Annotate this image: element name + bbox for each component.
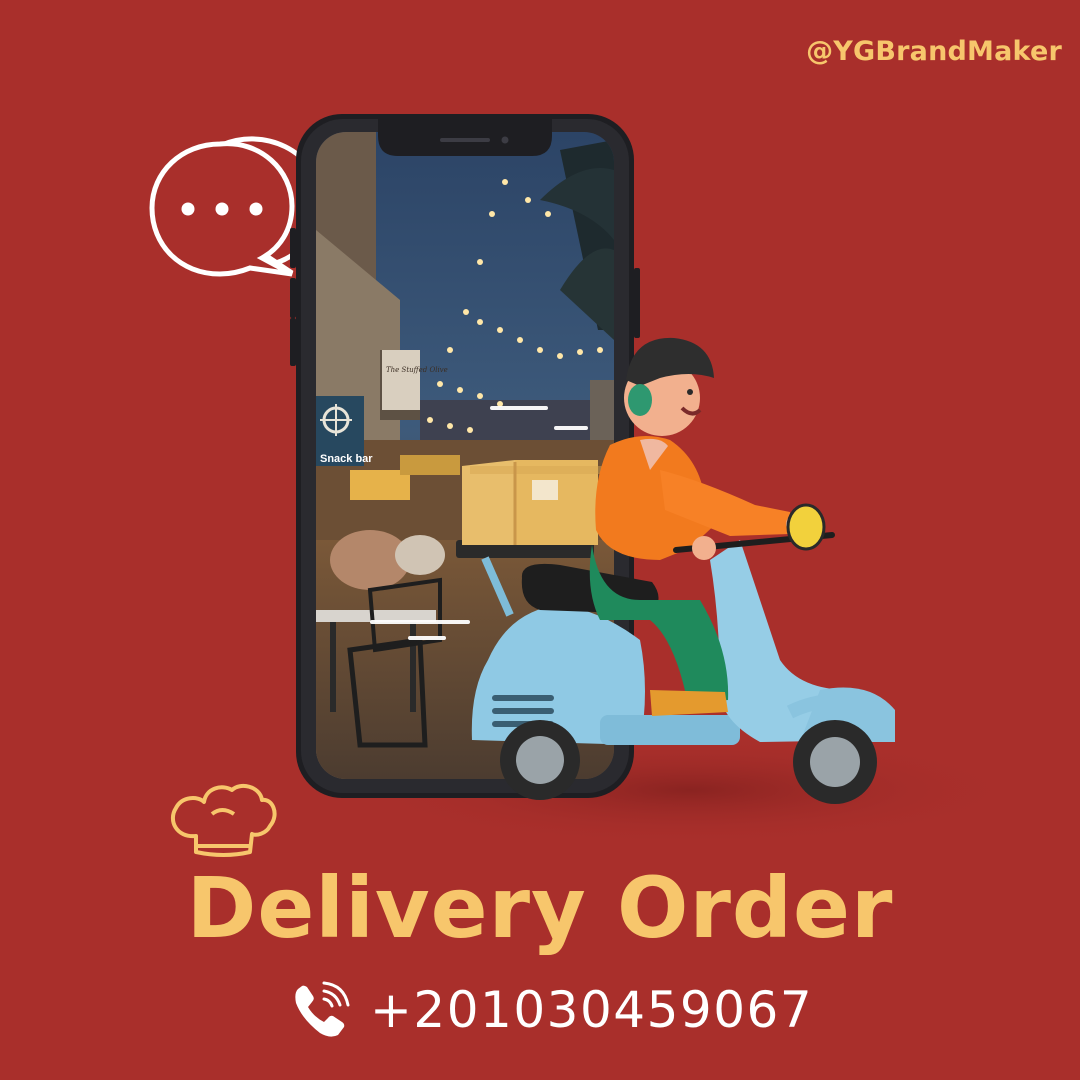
contact-line[interactable]: +201030459067 [290,978,813,1042]
phone-number[interactable]: +201030459067 [370,981,813,1039]
chef-hat-icon [170,783,277,857]
headline-title: Delivery Order [186,859,894,957]
phone-icon [295,981,350,1037]
brand-handle: @YGBrandMaker [806,36,1062,67]
snack-bar-sign: Snack bar [320,453,373,465]
restaurant-sign: The Stuffed Olive [386,366,448,374]
